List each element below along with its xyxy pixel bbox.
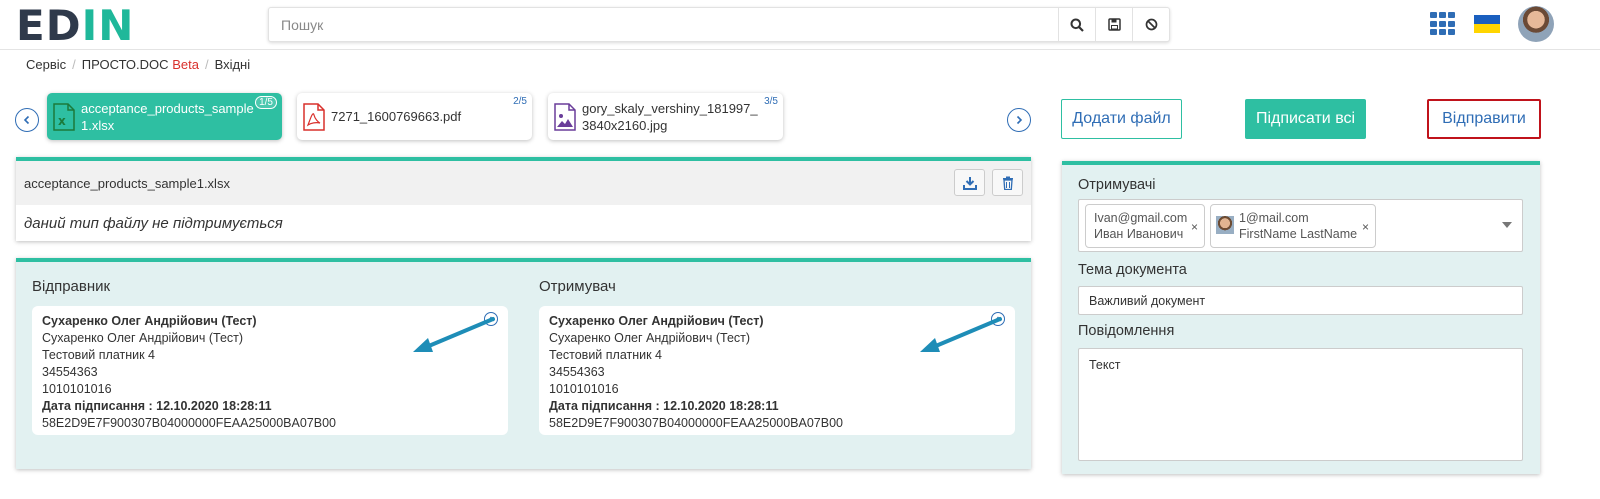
recipients-label: Отримувачі [1078, 177, 1156, 193]
subject-label: Тема документа [1078, 262, 1187, 278]
file-name: 7271_1600769663.pdf [331, 109, 462, 124]
clear-search-button[interactable] [1132, 8, 1169, 41]
preview-header: acceptance_products_sample1.xlsx [16, 161, 1031, 205]
logo-text-dark: ED [16, 0, 82, 50]
trash-icon [1002, 176, 1013, 190]
image-file-icon [554, 102, 576, 131]
recipient-chip[interactable]: 1@mail.com FirstName LastName × [1210, 204, 1376, 248]
file-tab-xlsx[interactable]: x acceptance_products_sample1.xlsx 1/5 [47, 93, 282, 140]
breadcrumb-separator: / [204, 57, 209, 72]
download-icon [962, 176, 977, 190]
recipients-select[interactable]: Ivan@gmail.com Иван Иванович × 1@mail.co… [1078, 199, 1523, 252]
pdf-file-icon [303, 102, 325, 131]
file-count-badge: 3/5 [764, 96, 778, 107]
edin-logo[interactable]: ED IN [16, 1, 134, 50]
chevron-right-icon [1016, 115, 1023, 125]
top-header: ED IN [0, 0, 1600, 50]
receiver-title: Отримувач [539, 278, 616, 295]
recipient-name: Иван Иванович [1094, 227, 1184, 241]
signer-code: 1010101016 [42, 382, 112, 396]
file-count-badge: 1/5 [255, 96, 277, 109]
signer-date: Дата підписання : 12.10.2020 18:28:11 [42, 399, 272, 413]
search-icon [1070, 18, 1084, 32]
breadcrumb-prostodoc-label: ПРОСТО.DOC [81, 57, 169, 72]
breadcrumb-service[interactable]: Сервіс [26, 57, 66, 72]
breadcrumb-prostodoc[interactable]: ПРОСТО.DOC Beta [82, 57, 199, 72]
subject-input[interactable]: Важливий документ [1078, 286, 1523, 315]
search-input[interactable] [269, 8, 1058, 41]
search-bar [268, 7, 1170, 42]
recipient-email: Ivan@gmail.com [1094, 211, 1188, 225]
dropdown-caret-icon[interactable] [1502, 222, 1512, 228]
send-form-panel: Отримувачі Ivan@gmail.com Иван Иванович … [1062, 161, 1540, 474]
search-button[interactable] [1058, 8, 1095, 41]
sign-all-button[interactable]: Підписати всі [1245, 99, 1366, 139]
add-file-button[interactable]: Додати файл [1061, 99, 1182, 139]
message-textarea[interactable]: Текст [1078, 348, 1523, 461]
delete-file-button[interactable] [992, 169, 1023, 196]
file-preview-panel: acceptance_products_sample1.xlsx даний т… [16, 157, 1031, 241]
file-count-badge: 2/5 [513, 96, 527, 107]
excel-file-icon: x [53, 102, 75, 131]
signer-serial: 58E2D9E7F900307B04000000FEAA25000BA07B00 [549, 416, 843, 430]
breadcrumb-separator: / [72, 57, 76, 72]
user-avatar[interactable] [1518, 6, 1554, 42]
save-search-button[interactable] [1095, 8, 1132, 41]
svg-text:x: x [58, 114, 66, 128]
remove-recipient-button[interactable]: × [1191, 219, 1198, 235]
signer-code: 34554363 [42, 365, 98, 379]
carousel-prev-button[interactable] [15, 108, 39, 132]
chevron-left-icon [23, 115, 30, 125]
floppy-disk-icon [1107, 18, 1121, 31]
remove-recipient-button[interactable]: × [1362, 219, 1369, 235]
download-button[interactable] [954, 169, 985, 196]
annotation-arrow-icon [413, 317, 495, 352]
recipient-email: 1@mail.com [1239, 211, 1309, 225]
signer-serial: 58E2D9E7F900307B04000000FEAA25000BA07B00 [42, 416, 336, 430]
beta-badge: Beta [172, 57, 199, 72]
ban-icon [1145, 18, 1157, 31]
signer-code: 1010101016 [549, 382, 619, 396]
signer-code: 34554363 [549, 365, 605, 379]
send-button[interactable]: Відправити [1427, 99, 1541, 139]
unsupported-file-message: даний тип файлу не підтримується [24, 215, 283, 232]
preview-filename: acceptance_products_sample1.xlsx [24, 175, 230, 191]
signer-date: Дата підписання : 12.10.2020 18:28:11 [549, 399, 779, 413]
annotation-arrow-icon [920, 317, 1002, 352]
file-name: acceptance_products_sample1.xlsx [81, 100, 254, 133]
breadcrumb-incoming: Вхідні [214, 57, 251, 72]
file-tab-image[interactable]: gory_skaly_vershiny_181997_3840x2160.jpg… [548, 93, 783, 140]
recipient-chip[interactable]: Ivan@gmail.com Иван Иванович × [1085, 204, 1205, 248]
carousel-next-button[interactable] [1007, 108, 1031, 132]
signatures-panel: Відправник Отримувач Сухаренко Олег Андр… [16, 258, 1031, 469]
apps-grid-icon[interactable] [1430, 12, 1456, 36]
sender-title: Відправник [32, 278, 111, 295]
logo-text-green: IN [81, 0, 135, 50]
file-name: gory_skaly_vershiny_181997_3840x2160.jpg [582, 100, 758, 133]
recipient-avatar [1216, 216, 1234, 234]
message-label: Повідомлення [1078, 323, 1175, 339]
file-tab-pdf[interactable]: 7271_1600769663.pdf 2/5 [297, 93, 532, 140]
breadcrumb: Сервіс / ПРОСТО.DOC Beta / Вхідні [26, 57, 250, 72]
recipient-name: FirstName LastName [1239, 227, 1358, 241]
ukraine-flag-icon[interactable] [1474, 15, 1500, 33]
